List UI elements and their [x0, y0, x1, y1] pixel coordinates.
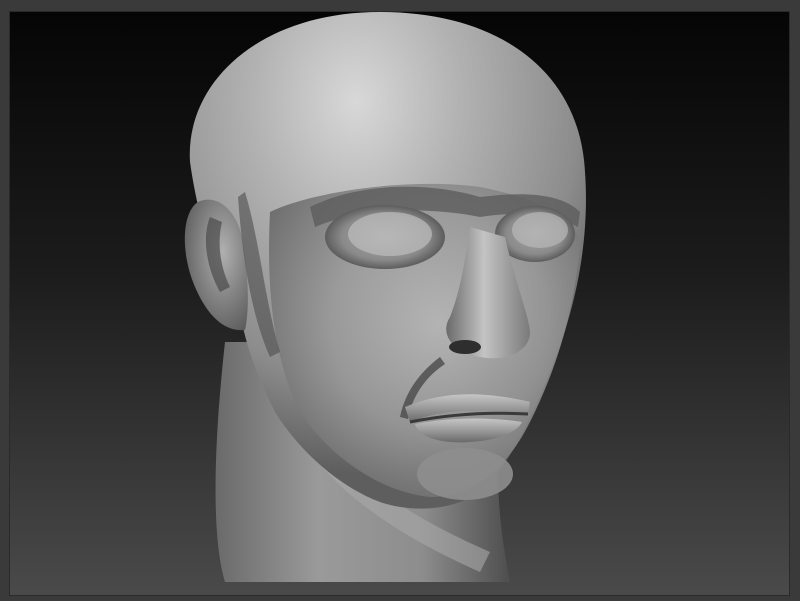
chin: [417, 448, 513, 500]
app-frame: [0, 0, 800, 601]
nostril: [449, 340, 481, 354]
right-eyelid: [512, 212, 568, 248]
left-eyelid: [348, 212, 432, 256]
sculpt-viewport[interactable]: [9, 11, 790, 596]
viewport-canvas[interactable]: [10, 12, 789, 595]
